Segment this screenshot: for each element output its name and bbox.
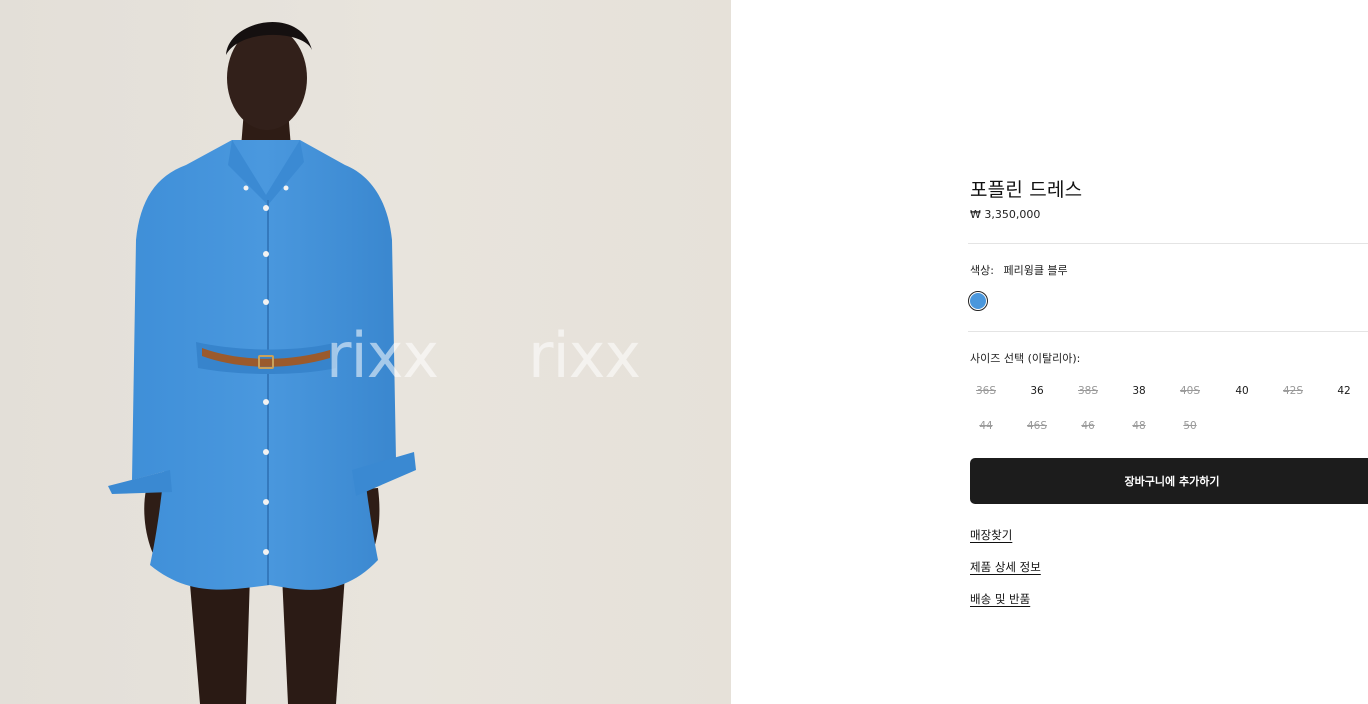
size-option[interactable]: 38S	[1062, 378, 1114, 404]
color-value: 페리윙클 블루	[1003, 264, 1068, 277]
size-option[interactable]: 36S	[960, 378, 1012, 404]
product-page: rixx rixx 포플린 드레스 ₩ 3,350,000 색상: 페리윙클 블…	[0, 0, 1368, 704]
product-title: 포플린 드레스	[970, 179, 1083, 201]
size-option[interactable]: 50	[1164, 413, 1216, 439]
size-option[interactable]: 38	[1113, 378, 1165, 404]
product-price: ₩ 3,350,000	[970, 208, 1041, 221]
size-label: 사이즈 선택 (이탈리아):	[970, 352, 1081, 365]
color-swatch-fill	[970, 293, 986, 309]
shipping-returns-link[interactable]: 배송 및 반품	[970, 591, 1030, 607]
color-selection: 색상: 페리윙클 블루	[970, 262, 1068, 278]
product-image[interactable]: rixx rixx	[0, 0, 731, 704]
size-option[interactable]: 40S	[1164, 378, 1216, 404]
color-label: 색상:	[970, 264, 994, 277]
divider	[968, 331, 1368, 332]
divider	[968, 243, 1368, 244]
size-option[interactable]: 40	[1216, 378, 1268, 404]
add-to-cart-button[interactable]: 장바구니에 추가하기	[970, 458, 1368, 504]
size-option[interactable]: 44	[960, 413, 1012, 439]
size-option[interactable]: 42	[1318, 378, 1368, 404]
color-swatch-periwinkle-blue[interactable]	[968, 291, 988, 311]
watermark-text: rixx	[326, 319, 439, 392]
store-locator-link[interactable]: 매장찾기	[970, 527, 1012, 543]
product-details-link[interactable]: 제품 상세 정보	[970, 559, 1041, 575]
size-option[interactable]: 42S	[1267, 378, 1319, 404]
size-option[interactable]: 46S	[1011, 413, 1063, 439]
size-option[interactable]: 46	[1062, 413, 1114, 439]
size-option[interactable]: 36	[1011, 378, 1063, 404]
product-info-panel: 포플린 드레스 ₩ 3,350,000 색상: 페리윙클 블루 사이즈 선택 (…	[968, 0, 1368, 704]
size-option[interactable]: 48	[1113, 413, 1165, 439]
watermark-text: rixx	[528, 319, 641, 392]
